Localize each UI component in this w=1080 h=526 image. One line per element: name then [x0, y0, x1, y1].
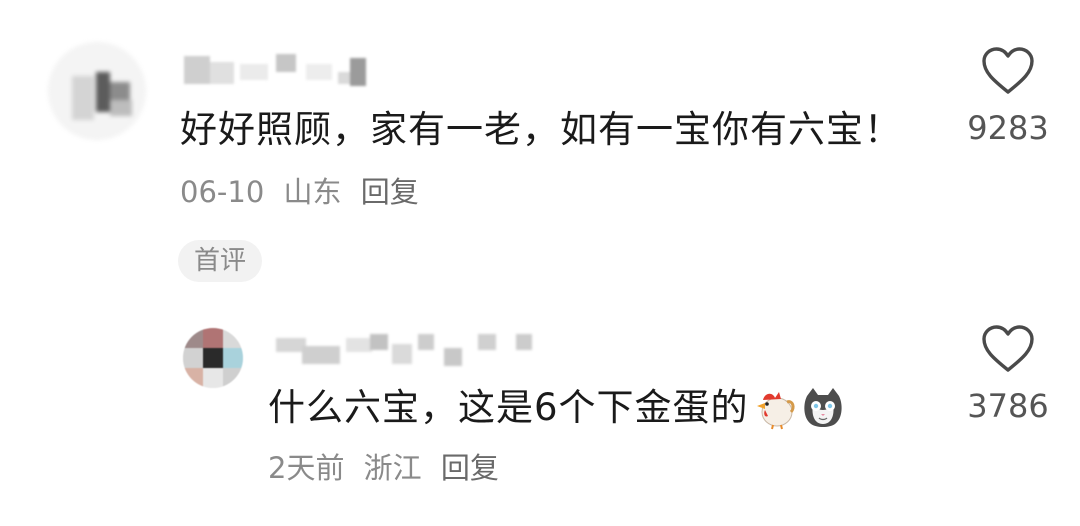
comment-meta: 06-10 山东 回复	[180, 174, 429, 210]
comment-date: 06-10	[180, 175, 265, 209]
avatar[interactable]	[183, 328, 243, 388]
comment-text[interactable]: 好好照顾，家有一老，如有一宝你有六宝！	[180, 108, 902, 152]
username-blurred[interactable]	[272, 330, 552, 370]
reply-button[interactable]: 回复	[441, 451, 499, 485]
heart-outline-icon[interactable]	[981, 324, 1035, 374]
reply-meta: 2天前 浙江 回复	[268, 450, 509, 486]
reply-text[interactable]: 什么六宝，这是6个下金蛋的	[268, 386, 749, 430]
cat-face-emoji	[803, 388, 842, 427]
comment-thread: 好好照顾，家有一老，如有一宝你有六宝！ 06-10 山东 回复 首评 9283 …	[0, 0, 1080, 526]
first-comment-badge: 首评	[178, 240, 263, 282]
like-count: 9283	[967, 109, 1049, 147]
reply-location: 浙江	[363, 451, 422, 485]
username-blurred[interactable]	[180, 50, 400, 90]
reply-button[interactable]: 回复	[361, 175, 419, 209]
chicken-emoji	[756, 392, 795, 430]
avatar[interactable]	[48, 42, 146, 140]
like-count: 3786	[967, 387, 1049, 425]
heart-outline-icon[interactable]	[981, 46, 1035, 96]
comment-location: 山东	[283, 175, 342, 209]
reply-date: 2天前	[268, 451, 345, 485]
reply-row[interactable]: 什么六宝，这是6个下金蛋的	[268, 386, 845, 430]
